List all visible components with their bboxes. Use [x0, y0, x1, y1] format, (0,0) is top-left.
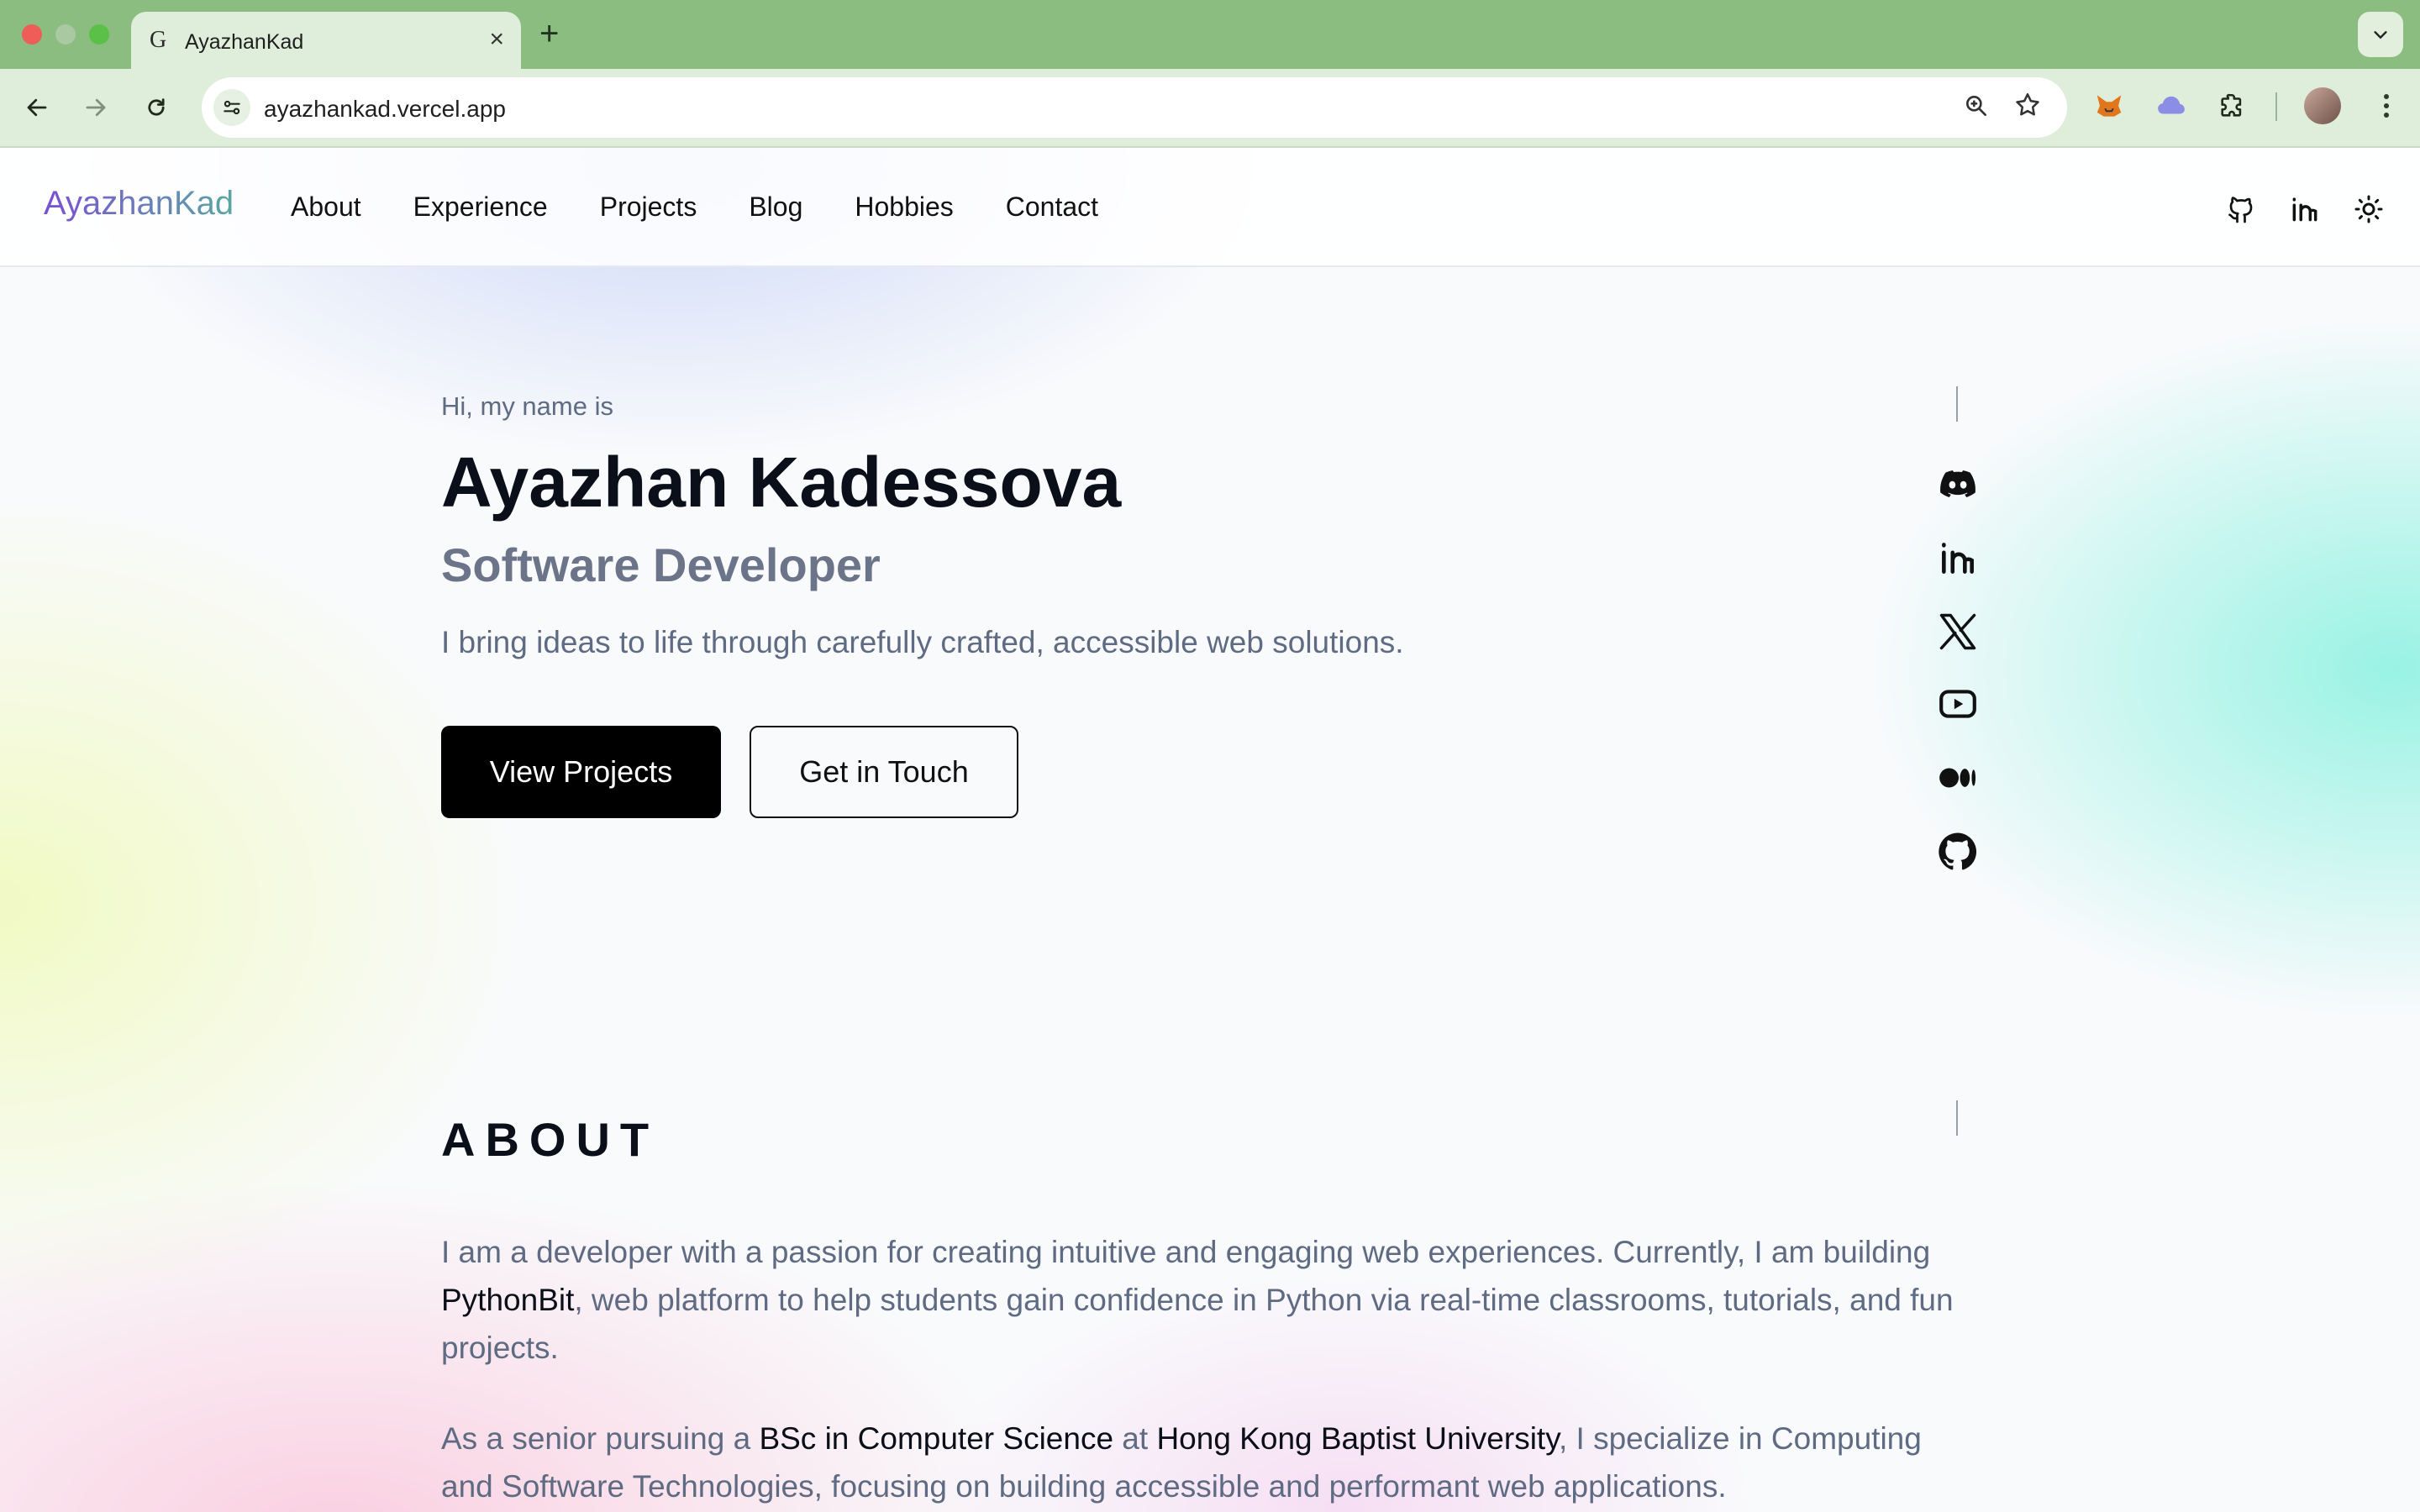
url-text[interactable]: ayazhankad.vercel.app: [264, 96, 506, 123]
new-tab-button[interactable]: +: [539, 15, 559, 52]
zoom-icon[interactable]: [1963, 92, 1990, 123]
degree-highlight: BSc in Computer Science: [759, 1421, 1114, 1456]
reload-button[interactable]: [138, 89, 175, 126]
tab-search-button[interactable]: [2358, 12, 2403, 57]
sun-icon[interactable]: [2351, 192, 2386, 227]
site-logo[interactable]: AyazhanKad: [44, 185, 234, 223]
arrow-left-icon: [27, 98, 47, 117]
tune-icon: [224, 100, 240, 115]
youtube-icon[interactable]: [1933, 679, 1983, 729]
tab-close-icon[interactable]: ×: [489, 25, 504, 54]
get-in-touch-button[interactable]: Get in Touch: [750, 726, 1018, 818]
github-icon[interactable]: [1933, 827, 1983, 877]
pythonbit-link[interactable]: PythonBit: [441, 1283, 574, 1317]
nav-link-about[interactable]: About: [291, 192, 361, 223]
about-paragraph-2: As a senior pursuing a BSc in Computer S…: [441, 1415, 1970, 1510]
site-info-button[interactable]: [213, 89, 250, 126]
tab-title: AyazhanKad: [185, 30, 304, 54]
nav-link-projects[interactable]: Projects: [600, 192, 697, 223]
reload-icon: [148, 98, 165, 116]
forward-button[interactable]: [77, 89, 114, 126]
chevron-down-icon: [2374, 31, 2387, 39]
back-button[interactable]: [18, 89, 55, 126]
browser-toolbar: ayazhankad.vercel.app: [0, 69, 2420, 148]
site-navbar: AyazhanKad About Experience Projects Blo…: [0, 148, 2420, 267]
browser-chrome: G AyazhanKad × + ayazhankad.vercel.app: [0, 0, 2420, 148]
nav-icon-group: [2223, 192, 2386, 227]
hero-name: Ayazhan Kadessova: [441, 443, 1122, 522]
hero-tagline: I bring ideas to life through carefully …: [441, 625, 1404, 659]
window-maximize-button[interactable]: [89, 24, 109, 45]
about-p1-text-b: , web platform to help students gain con…: [441, 1283, 1954, 1365]
page-viewport: AyazhanKad About Experience Projects Blo…: [0, 148, 2420, 1512]
window-minimize-button[interactable]: [55, 24, 76, 45]
window-close-button[interactable]: [22, 24, 42, 45]
browser-menu-button[interactable]: [2368, 87, 2405, 124]
tab-favicon-icon: G: [150, 27, 167, 53]
rail-line-top: [1956, 386, 1958, 422]
bookmark-star-icon[interactable]: [2013, 91, 2042, 123]
metamask-extension-icon[interactable]: [2091, 87, 2128, 124]
x-icon[interactable]: [1933, 606, 1983, 657]
nav-links: About Experience Projects Blog Hobbies C…: [291, 192, 1150, 223]
cloud-extension-icon[interactable]: [2153, 87, 2190, 124]
nav-link-contact[interactable]: Contact: [1006, 192, 1098, 223]
about-p2-at: at: [1113, 1421, 1157, 1456]
browser-tab[interactable]: G AyazhanKad ×: [131, 12, 521, 69]
about-p2-text-a: As a senior pursuing a: [441, 1421, 760, 1456]
linkedin-icon[interactable]: [1933, 533, 1983, 583]
nav-link-hobbies[interactable]: Hobbies: [855, 192, 953, 223]
nav-link-experience[interactable]: Experience: [413, 192, 548, 223]
arrow-right-icon: [86, 98, 106, 117]
view-projects-button[interactable]: View Projects: [441, 726, 721, 818]
medium-icon[interactable]: [1933, 753, 1983, 803]
github-icon[interactable]: [2223, 192, 2259, 227]
about-p1-text-a: I am a developer with a passion for crea…: [441, 1235, 1931, 1269]
linkedin-icon[interactable]: [2287, 192, 2323, 227]
profile-avatar[interactable]: [2304, 87, 2341, 124]
address-bar[interactable]: ayazhankad.vercel.app: [202, 77, 2067, 138]
extensions-puzzle-icon[interactable]: [2213, 87, 2250, 124]
hero-greeting: Hi, my name is: [441, 391, 613, 421]
toolbar-divider: [2275, 92, 2277, 121]
hero-role: Software Developer: [441, 538, 881, 591]
about-paragraph-1: I am a developer with a passion for crea…: [441, 1228, 1970, 1372]
discord-icon[interactable]: [1933, 459, 1983, 509]
university-link[interactable]: Hong Kong Baptist University: [1156, 1421, 1559, 1456]
rail-line-bottom: [1956, 1100, 1958, 1136]
nav-link-blog[interactable]: Blog: [749, 192, 802, 223]
about-heading: ABOUT: [441, 1113, 660, 1166]
